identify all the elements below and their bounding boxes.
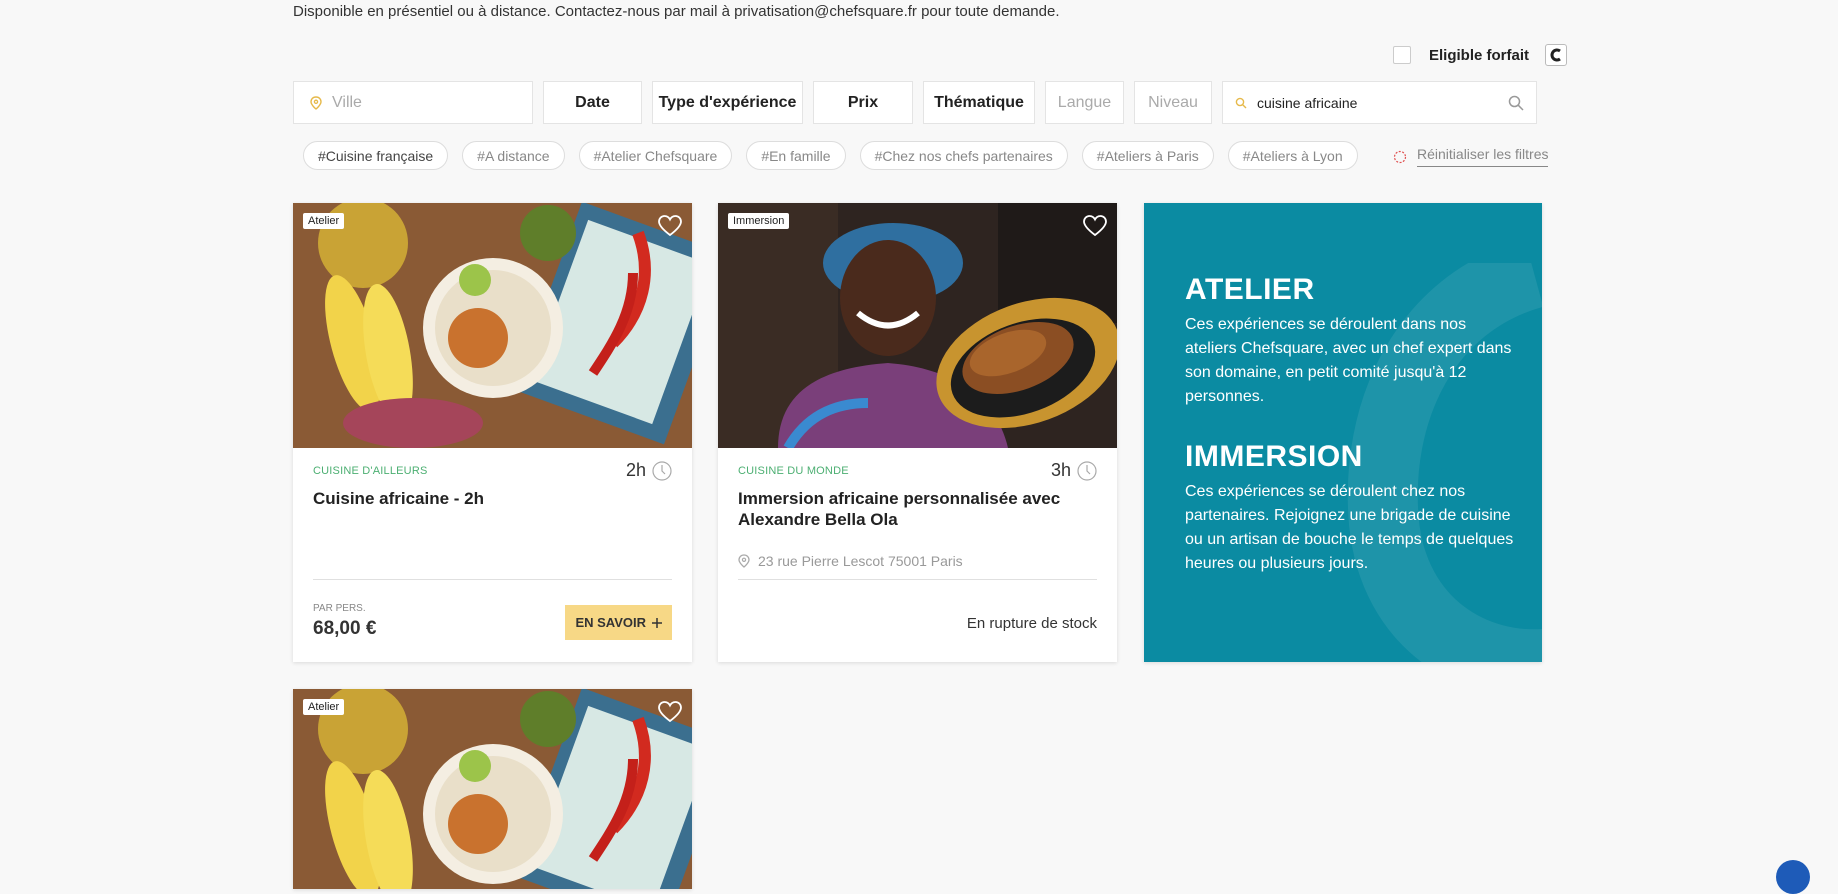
card-title[interactable]: Immersion africaine personnalisée avec A… (738, 488, 1098, 530)
chat-bubble-icon[interactable] (1776, 860, 1810, 894)
filter-bar: Ville Date Type d'expérience Prix Thémat… (293, 81, 1537, 124)
thematique-filter[interactable]: Thématique (923, 81, 1035, 124)
reset-filters[interactable]: Réinitialiser les filtres (1393, 146, 1549, 167)
search-value: cuisine africaine (1257, 94, 1358, 111)
location-pin-icon (738, 554, 750, 568)
atelier-title: ATELIER (1185, 273, 1315, 306)
search-icon[interactable] (1508, 95, 1524, 111)
heart-icon[interactable] (658, 215, 682, 237)
langue-filter[interactable]: Langue (1045, 81, 1124, 124)
reset-filters-label: Réinitialiser les filtres (1417, 146, 1549, 167)
clock-icon (1077, 460, 1097, 481)
atelier-section: ATELIER Ces expériences se déroulent dan… (1185, 273, 1515, 409)
tag-pill[interactable]: #A distance (462, 141, 565, 170)
search-small-icon (1235, 97, 1247, 108)
duration-value: 3h (1050, 460, 1071, 480)
type-filter[interactable]: Type d'expérience (652, 81, 803, 124)
reset-icon (1393, 150, 1407, 163)
tag-pill[interactable]: #Cuisine française (303, 141, 449, 170)
experience-card[interactable]: Atelier CUISINE D'AILLEURS 2h Cuisine af… (293, 203, 692, 662)
immersion-title: IMMERSION (1185, 440, 1363, 473)
card-badge: Atelier (303, 213, 345, 229)
card-divider (313, 579, 672, 580)
card-badge: Atelier (303, 699, 345, 715)
forfait-label: Eligible forfait (1429, 46, 1530, 64)
tag-pill[interactable]: #Chez nos chefs partenaires (859, 141, 1068, 170)
tag-list: #Cuisine française #A distance #Atelier … (303, 141, 1358, 170)
tag-pill[interactable]: #Atelier Chefsquare (578, 141, 733, 170)
search-input[interactable]: cuisine africaine (1222, 81, 1537, 124)
plus-icon (652, 617, 662, 628)
card-address: 23 rue Pierre Lescot 75001 Paris (738, 553, 963, 569)
price-label: PAR PERS. (313, 603, 366, 614)
date-filter[interactable]: Date (543, 81, 642, 124)
prix-filter[interactable]: Prix (813, 81, 913, 124)
immersion-section: IMMERSION Ces expériences se déroulent c… (1185, 440, 1515, 576)
forfait-checkbox[interactable] (1393, 46, 1411, 64)
card-category: CUISINE DU MONDE (738, 465, 849, 477)
card-divider (738, 579, 1097, 580)
availability-note: Disponible en présentiel ou à distance. … (293, 3, 1060, 20)
card-image: Atelier (293, 203, 692, 448)
card-duration: 3h (1051, 460, 1097, 481)
card-price: 68,00 € (313, 618, 377, 639)
forfait-filter: Eligible forfait (1393, 44, 1568, 66)
heart-icon[interactable] (1083, 215, 1107, 237)
clock-icon (652, 460, 672, 481)
card-title[interactable]: Cuisine africaine - 2h (313, 488, 673, 509)
learn-more-button[interactable]: EN SAVOIR (565, 605, 672, 640)
address-text: 23 rue Pierre Lescot 75001 Paris (758, 553, 963, 569)
tag-pill[interactable]: #Ateliers à Paris (1081, 141, 1214, 170)
experience-card[interactable]: Atelier (293, 689, 692, 889)
card-category: CUISINE D'AILLEURS (313, 465, 428, 477)
learn-more-label: EN SAVOIR (575, 615, 646, 630)
atelier-description: Ces expériences se déroulent dans nos at… (1185, 316, 1512, 405)
ville-filter[interactable]: Ville (293, 81, 533, 124)
card-duration: 2h (626, 460, 672, 481)
tag-pill[interactable]: #Ateliers à Lyon (1227, 141, 1358, 170)
heart-icon[interactable] (658, 701, 682, 723)
niveau-filter[interactable]: Niveau (1134, 81, 1212, 124)
forfait-logo-icon (1545, 44, 1568, 66)
ville-placeholder: Ville (332, 93, 362, 111)
immersion-description: Ces expériences se déroulent chez nos pa… (1185, 483, 1514, 572)
tag-pill[interactable]: #En famille (746, 141, 846, 170)
card-image: Immersion (718, 203, 1117, 448)
experience-types-panel: ATELIER Ces expériences se déroulent dan… (1144, 203, 1542, 662)
card-badge: Immersion (728, 213, 790, 229)
duration-value: 2h (625, 460, 646, 480)
card-image: Atelier (293, 689, 692, 889)
experience-card[interactable]: Immersion CUISINE DU MONDE 3h Immersion … (718, 203, 1117, 662)
location-pin-icon (310, 95, 322, 110)
stock-status: En rupture de stock (966, 615, 1097, 632)
